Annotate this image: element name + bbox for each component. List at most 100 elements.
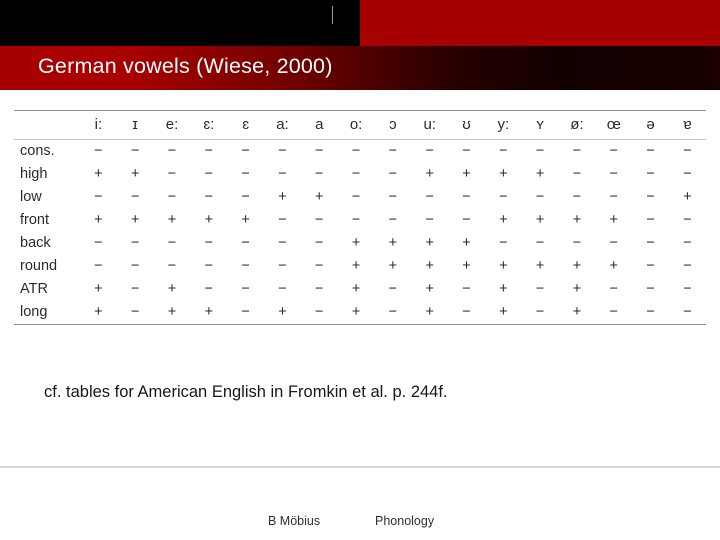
feature-value-cell: −: [425, 143, 434, 159]
feature-value-cell: −: [535, 235, 545, 251]
table-row: ATR + − + − − − − + − + − + − + − − −: [14, 278, 706, 301]
slide-canvas: German vowels (Wiese, 2000) i: ɪ e: ɛ: ɛ a: a o…: [0, 0, 720, 540]
feature-value-cell: +: [484, 301, 522, 325]
feature-value-cell: −: [425, 212, 434, 228]
column-header-5: a:: [264, 110, 301, 140]
feature-value-cell: −: [94, 235, 103, 251]
feature-label-back: back: [20, 235, 51, 251]
feature-value-cell: +: [572, 281, 582, 297]
feature-value-cell: −: [462, 189, 471, 205]
feature-value-cell: −: [241, 235, 250, 251]
table-header-row: i: ɪ e: ɛ: ɛ a: a o: ɔ u: ʊ y: ʏ ø: œ ə ɐ: [14, 110, 706, 140]
feature-value-cell: +: [425, 281, 434, 297]
feature-value-cell: +: [462, 258, 471, 274]
feature-value-cell: −: [462, 281, 471, 297]
feature-label-round: round: [20, 258, 58, 274]
feature-value-cell: −: [646, 258, 655, 274]
feature-value-cell: −: [462, 143, 471, 159]
feature-value-cell: −: [572, 189, 582, 205]
column-header-9: u:: [411, 110, 449, 140]
feature-value-cell: −: [535, 189, 545, 205]
feature-label-long: long: [14, 301, 80, 325]
feature-value-cell: +: [425, 258, 434, 274]
feature-label-front: front: [20, 212, 50, 228]
feature-value-cell: +: [558, 301, 596, 325]
feature-value-cell: −: [351, 166, 361, 182]
feature-value-cell: −: [204, 143, 214, 159]
column-header-14: œ: [595, 110, 633, 140]
column-header-3: ɛ:: [190, 110, 228, 140]
feature-value-cell: −: [646, 143, 655, 159]
column-header-10: ʊ: [448, 110, 485, 140]
table-row: round − − − − − − − + + + + + + + + − −: [14, 255, 706, 278]
feature-label-atr: ATR: [20, 281, 48, 297]
feature-value-cell: −: [388, 281, 398, 297]
feature-value-cell: +: [264, 301, 301, 325]
feature-value-cell: −: [462, 212, 471, 228]
feature-value-cell: −: [572, 143, 582, 159]
feature-value-cell: −: [683, 212, 692, 228]
feature-value-cell: −: [499, 235, 508, 251]
feature-value-cell: +: [388, 258, 398, 274]
table-row: cons. − − − − − − − − − − − − − − − − −: [14, 140, 706, 164]
feature-value-cell: −: [130, 189, 140, 205]
feature-value-cell: −: [241, 189, 250, 205]
feature-value-cell: −: [351, 212, 361, 228]
table-row: back − − − − − − − + + + + − − − − − −: [14, 232, 706, 255]
feature-value-cell: −: [204, 166, 214, 182]
feature-value-cell: +: [167, 281, 177, 297]
feature-value-cell: +: [535, 166, 545, 182]
feature-value-cell: −: [204, 281, 214, 297]
column-header-11: y:: [484, 110, 522, 140]
feature-value-cell: −: [683, 281, 692, 297]
feature-value-cell: −: [204, 189, 214, 205]
feature-value-cell: −: [374, 301, 412, 325]
page-title: German vowels (Wiese, 2000): [38, 54, 333, 78]
feature-value-cell: −: [130, 281, 140, 297]
feature-value-cell: +: [130, 166, 140, 182]
feature-value-cell: −: [609, 143, 619, 159]
feature-value-cell: −: [315, 166, 324, 182]
feature-value-cell: −: [167, 235, 177, 251]
feature-value-cell: −: [241, 166, 250, 182]
feature-value-cell: −: [609, 281, 619, 297]
feature-value-cell: −: [388, 166, 398, 182]
banner-tick-mark: [332, 6, 333, 24]
column-header-15: ə: [632, 110, 669, 140]
feature-value-cell: −: [315, 235, 324, 251]
feature-value-cell: −: [204, 258, 214, 274]
feature-value-cell: +: [425, 235, 434, 251]
feature-value-cell: +: [499, 212, 508, 228]
column-header-16: ɐ: [669, 110, 706, 140]
feature-value-cell: +: [80, 301, 117, 325]
vowel-feature-table-wrapper: i: ɪ e: ɛ: ɛ a: a o: ɔ u: ʊ y: ʏ ø: œ ə ɐ cons. − − − − − − − − −…: [14, 110, 706, 325]
feature-value-cell: +: [499, 281, 508, 297]
feature-value-cell: −: [683, 143, 692, 159]
feature-value-cell: −: [315, 258, 324, 274]
table-head: i: ɪ e: ɛ: ɛ a: a o: ɔ u: ʊ y: ʏ ø: œ ə ɐ: [14, 110, 706, 140]
feature-value-cell: −: [351, 143, 361, 159]
footer-author: B Möbius: [268, 514, 321, 528]
feature-value-cell: −: [278, 212, 287, 228]
feature-value-cell: −: [130, 258, 140, 274]
feature-value-cell: +: [278, 189, 287, 205]
feature-value-cell: +: [351, 258, 361, 274]
footer-topic: Phonology: [375, 514, 435, 528]
feature-value-cell: −: [609, 189, 619, 205]
feature-value-cell: −: [388, 143, 398, 159]
feature-value-cell: −: [388, 189, 398, 205]
feature-value-cell: +: [241, 212, 250, 228]
feature-value-cell: +: [190, 301, 228, 325]
feature-value-cell: −: [167, 258, 177, 274]
feature-value-cell: −: [535, 281, 545, 297]
column-header-0: i:: [80, 110, 117, 140]
feature-value-cell: +: [609, 258, 619, 274]
feature-value-cell: +: [572, 258, 582, 274]
feature-value-cell: −: [683, 235, 692, 251]
column-header-12: ʏ: [521, 110, 559, 140]
feature-value-cell: −: [227, 301, 265, 325]
feature-value-cell: −: [94, 143, 103, 159]
feature-value-cell: −: [683, 166, 692, 182]
feature-value-cell: −: [646, 189, 655, 205]
slide-footer: B Möbius Phonology: [0, 514, 720, 540]
